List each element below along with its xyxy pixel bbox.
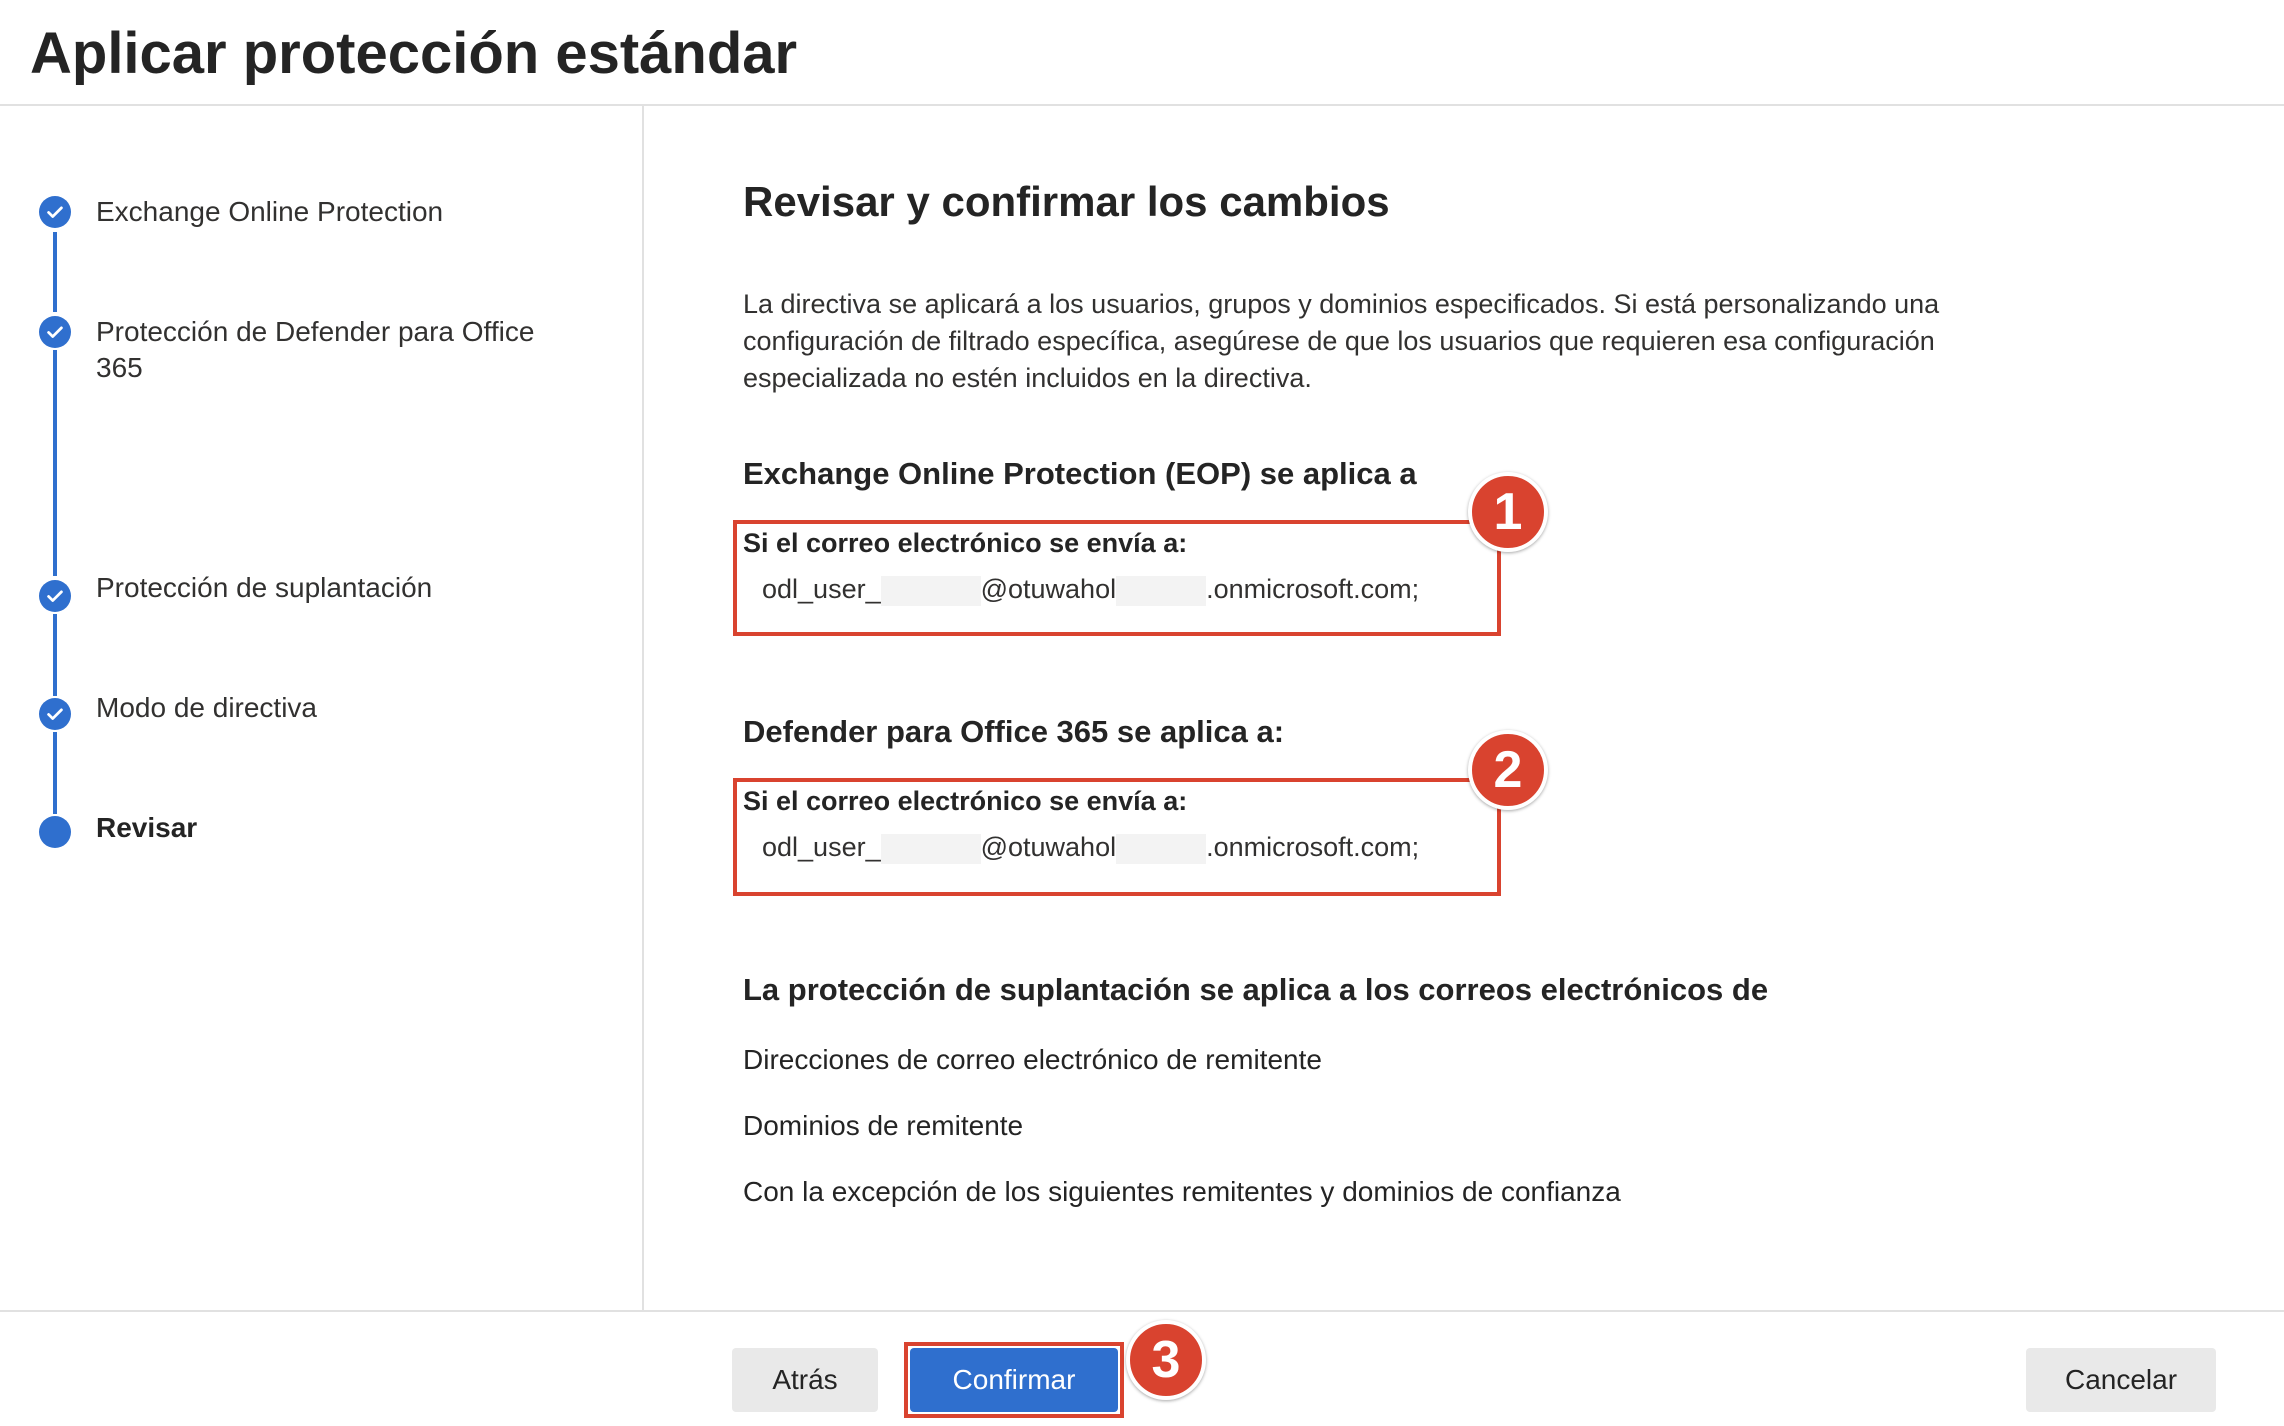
eop-heading: Exchange Online Protection (EOP) se apli… [743, 456, 1417, 491]
current-step-icon [39, 816, 71, 848]
impersonation-item: Con la excepción de los siguientes remit… [743, 1176, 1621, 1207]
email-domain-end: .onmicrosoft.com; [1206, 832, 1420, 862]
section-title: Revisar y confirmar los cambios [743, 178, 1390, 225]
step-exchange-online-protection[interactable]: Exchange Online Protection [96, 194, 566, 230]
step-defender-office-365[interactable]: Protección de Defender para Office 365 [96, 314, 556, 386]
cancel-button[interactable]: Cancelar [2026, 1348, 2216, 1412]
step-connector [53, 232, 57, 312]
eop-recipient-email: odl_user_ @otuwahol .onmicrosoft.com; [762, 574, 1419, 606]
annotation-badge-3: 3 [1126, 1320, 1206, 1400]
panel-footer: Atrás Confirmar 3 Cancelar [0, 1310, 2284, 1426]
step-impersonation-protection[interactable]: Protección de suplantación [96, 570, 566, 606]
redacted-text [880, 575, 981, 606]
wizard-steps-sidebar: Exchange Online Protection Protección de… [0, 106, 644, 1312]
step-connector [53, 350, 57, 576]
email-prefix: odl_user_ [762, 574, 881, 604]
email-domain-start: @otuwahol [980, 832, 1117, 862]
redacted-text [880, 833, 981, 864]
back-button[interactable]: Atrás [732, 1348, 878, 1412]
confirm-button[interactable]: Confirmar [910, 1348, 1118, 1412]
redacted-text [1116, 833, 1207, 864]
impersonation-item: Direcciones de correo electrónico de rem… [743, 1044, 1322, 1075]
step-review[interactable]: Revisar [96, 810, 566, 846]
check-icon [39, 698, 71, 730]
impersonation-item: Dominios de remitente [743, 1110, 1024, 1141]
panel-header: Aplicar protección estándar [0, 0, 2284, 106]
defender-heading: Defender para Office 365 se aplica a: [743, 714, 1285, 749]
policy-description: La directiva se aplicará a los usuarios,… [743, 289, 1940, 393]
email-prefix: odl_user_ [762, 832, 881, 862]
email-domain-end: .onmicrosoft.com; [1206, 574, 1420, 604]
page-title: Aplicar protección estándar [30, 21, 798, 86]
annotation-badge-2: 2 [1468, 730, 1548, 810]
impersonation-heading: La protección de suplantación se aplica … [743, 972, 1769, 1007]
check-icon [39, 580, 71, 612]
step-policy-mode[interactable]: Modo de directiva [96, 690, 566, 726]
defender-condition-label: Si el correo electrónico se envía a: [743, 786, 1188, 816]
step-connector [53, 614, 57, 696]
review-content: Revisar y confirmar los cambios La direc… [644, 106, 2284, 1312]
email-domain-start: @otuwahol [980, 574, 1117, 604]
defender-recipient-email: odl_user_ @otuwahol .onmicrosoft.com; [762, 832, 1419, 864]
annotation-badge-1: 1 [1468, 472, 1548, 552]
check-icon [39, 316, 71, 348]
redacted-text [1116, 575, 1207, 606]
step-connector [53, 732, 57, 814]
check-icon [39, 196, 71, 228]
eop-condition-label: Si el correo electrónico se envía a: [743, 528, 1188, 558]
